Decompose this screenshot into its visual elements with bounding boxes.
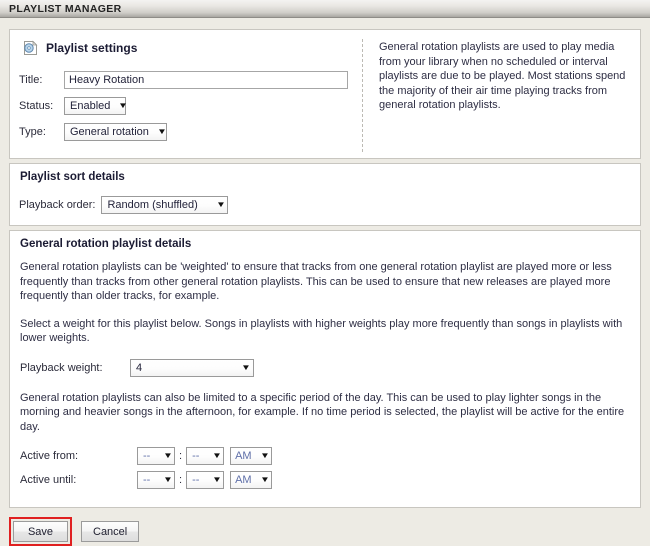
playlist-settings-help: General rotation playlists are used to p… (363, 30, 640, 158)
active-until-meridiem-value: AM (235, 474, 252, 486)
chevron-down-icon: ▼ (260, 475, 271, 484)
active-from-hour-select[interactable]: -- ▼ (137, 447, 175, 465)
playback-weight-label: Playback weight: (20, 361, 103, 374)
active-from-colon: : (179, 450, 183, 462)
general-rotation-heading: General rotation playlist details (20, 238, 192, 250)
title-field-row: Title: (19, 70, 362, 89)
active-until-hour-value: -- (143, 474, 151, 486)
chevron-down-icon: ▼ (118, 100, 129, 110)
playlist-settings-help-text: General rotation playlists are used to p… (379, 41, 626, 111)
chevron-down-icon: ▼ (215, 200, 226, 209)
general-rotation-paragraph-3: General rotation playlists can also be l… (20, 391, 625, 433)
status-label: Status: (19, 99, 54, 112)
playback-order-select[interactable]: Random (shuffled) ▼ (101, 196, 229, 214)
playback-order-label: Playback order: (19, 199, 96, 211)
chevron-down-icon: ▼ (163, 451, 173, 460)
type-select[interactable]: General rotation ▼ (64, 122, 167, 141)
active-until-label: Active until: (20, 474, 77, 486)
general-rotation-paragraph-2: Select a weight for this playlist below.… (20, 317, 623, 345)
active-until-minute-select[interactable]: -- ▼ (186, 471, 225, 489)
playback-weight-value: 4 (136, 361, 143, 374)
status-select-value: Enabled (70, 99, 111, 112)
active-from-meridiem-value: AM (235, 450, 252, 462)
active-from-minute-value: -- (192, 450, 200, 462)
playlist-sort-heading: Playlist sort details (20, 171, 125, 183)
general-rotation-panel: General rotation playlist details Genera… (9, 230, 641, 508)
title-label: Title: (19, 73, 43, 86)
playlist-settings-form: Playlist settings Title: Status: Enabled… (10, 30, 362, 158)
chevron-down-icon: ▼ (260, 451, 271, 460)
playlist-sort-panel: Playlist sort details Playback order: Ra… (9, 163, 641, 226)
chevron-down-icon: ▼ (163, 475, 173, 484)
active-until-row: Active until: -- ▼ : -- ▼ AM ▼ (20, 471, 630, 489)
playlist-settings-heading: Playlist settings (46, 41, 138, 55)
playlist-document-icon (23, 40, 39, 56)
active-from-meridiem-select[interactable]: AM ▼ (230, 447, 273, 465)
active-from-hour-value: -- (143, 450, 151, 462)
chevron-down-icon: ▼ (156, 126, 167, 136)
active-from-row: Active from: -- ▼ : -- ▼ AM ▼ (20, 447, 630, 465)
playlist-settings-header: Playlist settings (23, 40, 362, 56)
active-from-minute-select[interactable]: -- ▼ (186, 447, 225, 465)
active-from-label: Active from: (20, 450, 79, 462)
status-field-row: Status: Enabled ▼ (19, 96, 362, 115)
title-input[interactable] (64, 70, 348, 89)
active-until-hour-select[interactable]: -- ▼ (137, 471, 175, 489)
active-until-colon: : (179, 474, 183, 486)
app-titlebar: PLAYLIST MANAGER (0, 0, 650, 18)
status-select[interactable]: Enabled ▼ (64, 96, 129, 115)
chevron-down-icon: ▼ (212, 475, 223, 484)
active-until-minute-value: -- (192, 474, 200, 486)
playback-weight-row: Playback weight: 4 ▼ (20, 358, 630, 377)
playback-weight-select[interactable]: 4 ▼ (130, 358, 254, 377)
form-actions: Save Cancel (9, 517, 650, 546)
save-button-highlight: Save (9, 517, 72, 546)
page-title: PLAYLIST MANAGER (9, 2, 122, 15)
chevron-down-icon: ▼ (241, 362, 251, 372)
type-field-row: Type: General rotation ▼ (19, 122, 362, 141)
playback-order-row: Playback order: Random (shuffled) ▼ (10, 183, 640, 225)
type-label: Type: (19, 125, 46, 138)
active-until-meridiem-select[interactable]: AM ▼ (230, 471, 273, 489)
chevron-down-icon: ▼ (212, 451, 223, 460)
playback-order-value: Random (shuffled) (107, 199, 198, 211)
general-rotation-paragraph-1: General rotation playlists can be 'weigh… (20, 261, 612, 302)
playlist-settings-panel: Playlist settings Title: Status: Enabled… (9, 29, 641, 159)
type-select-value: General rotation (70, 125, 149, 138)
